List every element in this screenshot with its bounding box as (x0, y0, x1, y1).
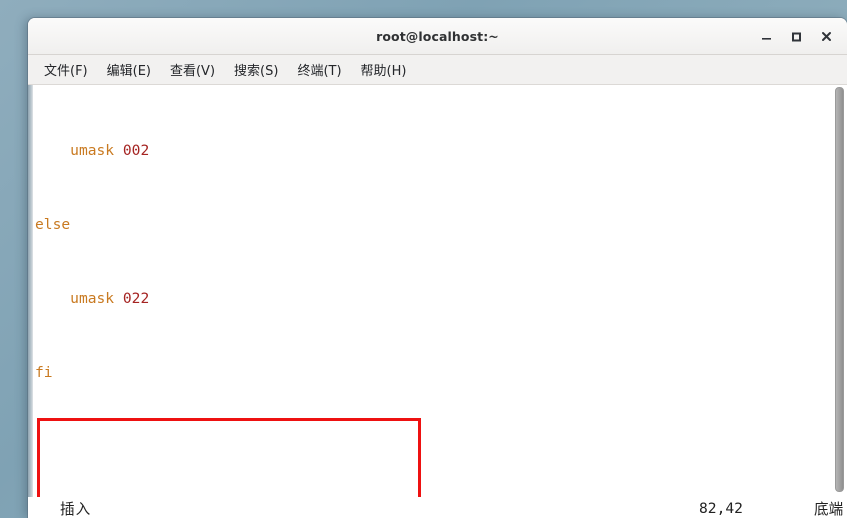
token-umask-value: 022 (114, 290, 149, 307)
scrollbar-thumb[interactable] (835, 87, 844, 492)
close-icon[interactable] (811, 21, 841, 51)
window-titlebar[interactable]: root@localhost:~ (28, 18, 847, 55)
menu-search[interactable]: 搜索(S) (225, 57, 287, 82)
vim-file-location: 底端 (814, 498, 843, 518)
vim-mode-indicator: 插入 (28, 498, 91, 518)
code-line: else (35, 216, 832, 235)
vim-statusline: 插入 82,42 底端 (28, 497, 847, 518)
window-title: root@localhost:~ (376, 29, 499, 44)
token-fi: fi (35, 364, 53, 381)
menu-view[interactable]: 查看(V) (161, 57, 224, 82)
code-line-blank (35, 438, 832, 457)
window-controls (751, 18, 841, 54)
terminal-scrollbar[interactable] (832, 85, 847, 497)
maximize-icon[interactable] (781, 21, 811, 51)
token-else: else (35, 216, 70, 233)
menu-help[interactable]: 帮助(H) (352, 57, 416, 82)
token-umask-value: 002 (114, 142, 149, 159)
menu-terminal[interactable]: 终端(T) (288, 57, 350, 82)
menu-edit[interactable]: 编辑(E) (98, 57, 160, 82)
menu-file[interactable]: 文件(F) (35, 57, 97, 82)
vim-statusline-inner: 插入 82,42 底端 (28, 498, 847, 518)
vim-editor-buffer[interactable]: umask 002 else umask 022 fi for i in /et… (33, 85, 832, 497)
red-highlight-annotation (37, 418, 421, 497)
token-umask: umask (70, 290, 114, 307)
token-umask: umask (70, 142, 114, 159)
code-line: umask 022 (35, 290, 832, 309)
vim-cursor-position: 82,42 (699, 500, 743, 517)
desktop-background: root@localhost:~ 文件(F) 编辑(E) 查看(V) 搜索(S)… (0, 0, 847, 518)
menubar: 文件(F) 编辑(E) 查看(V) 搜索(S) 终端(T) 帮助(H) (28, 55, 847, 85)
code-line: fi (35, 364, 832, 383)
terminal-area: umask 002 else umask 022 fi for i in /et… (28, 85, 847, 497)
minimize-icon[interactable] (751, 21, 781, 51)
terminal-window: root@localhost:~ 文件(F) 编辑(E) 查看(V) 搜索(S)… (28, 18, 847, 518)
code-line: umask 002 (35, 142, 832, 161)
